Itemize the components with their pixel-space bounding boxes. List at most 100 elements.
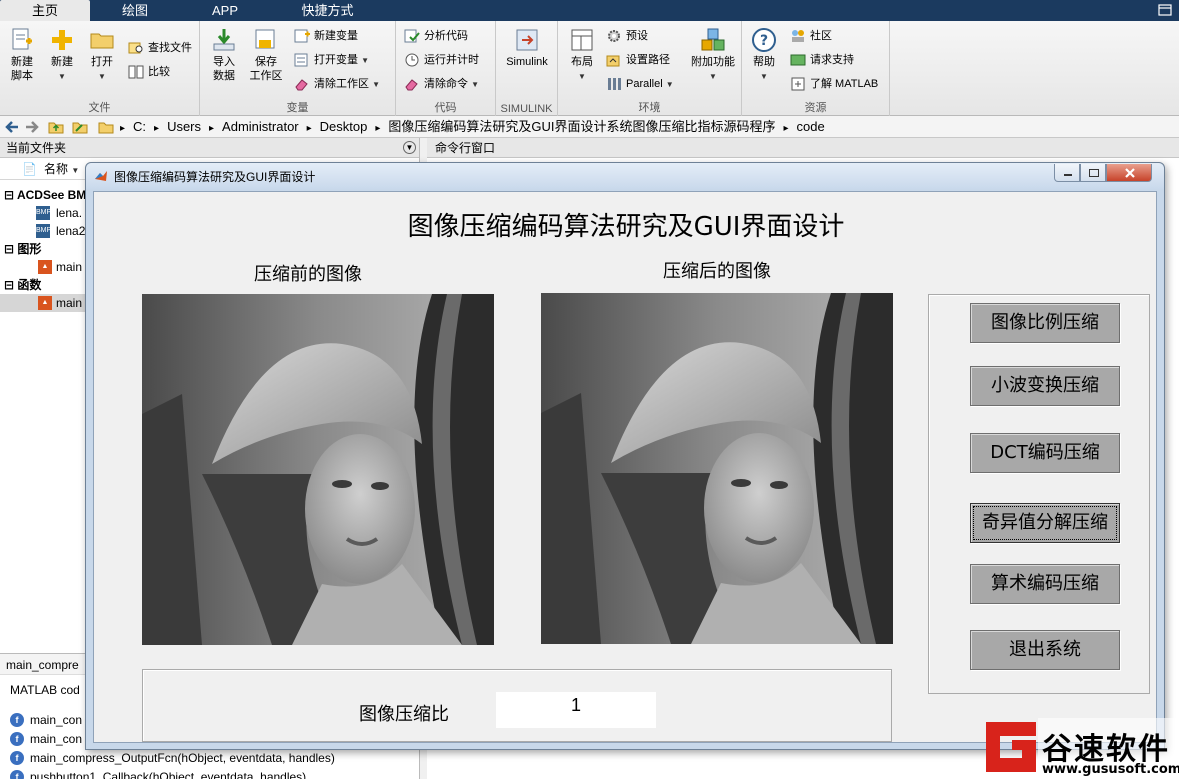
file-row[interactable]: ▲ main [0,258,82,276]
breadcrumb-item[interactable]: code [797,119,825,134]
open-variable-button[interactable]: 打开变量 ▼ [294,51,369,69]
breadcrumb-item[interactable]: C: [133,119,146,134]
simulink-icon [516,29,538,51]
breadcrumb-item[interactable]: Administrator [222,119,299,134]
svd-compress-button[interactable]: 奇异值分解压缩 [970,503,1120,543]
close-button[interactable] [1106,164,1152,182]
file-row[interactable]: ▲ main [0,294,90,312]
name-column-header[interactable]: 名称 [44,162,68,176]
arithmetic-compress-button[interactable]: 算术编码压缩 [970,564,1120,604]
breadcrumb-separator[interactable]: ▸ [784,123,789,134]
collapse-icon[interactable]: ⊟ [4,188,17,202]
gui-title: 图像压缩编码算法研究及GUI界面设计 [407,212,845,242]
browse-folder-icon[interactable] [72,119,88,135]
tab-shortcuts[interactable]: 快捷方式 [270,0,385,21]
community-button[interactable]: 社区 [790,27,832,45]
layout-button[interactable]: 布局 ▼ [560,27,604,84]
chevron-down-icon: ▼ [471,80,479,89]
ribbon-collapse-icon[interactable] [1158,3,1172,17]
breadcrumb-separator[interactable]: ▸ [154,123,159,134]
exit-system-button[interactable]: 退出系统 [970,630,1120,670]
file-group: 新建 脚本 新建 ▼ 打开 ▼ 查找文件 比较 文件 [0,21,200,116]
resources-group: ? 帮助 ▼ 社区 请求支持 了解 MATLAB 资源 [742,21,890,116]
breadcrumb[interactable]: ▸ C: ▸ Users ▸ Administrator ▸ Desktop ▸ 图像压缩编码算法… [120,119,833,135]
breadcrumb-item[interactable]: Desktop [320,119,368,134]
parallel-button[interactable]: Parallel ▼ [606,75,674,93]
find-files-label: 查找文件 [148,42,192,54]
function-item[interactable]: f main_compress_OutputFcn(hObject, eventd… [10,749,335,767]
forward-arrow-icon[interactable] [24,119,40,135]
breadcrumb-item[interactable]: 图像压缩编码算法研究及GUI界面设计系统图像压缩比指标源码程序 [388,119,775,134]
preferences-button[interactable]: 预设 [606,27,648,45]
function-item[interactable]: f main_con [10,730,82,748]
panel-menu-icon[interactable]: ▼ [403,141,416,154]
function-item[interactable]: f pushbutton1_Callback(hObject, eventdata… [10,768,306,779]
figure-window-title: 图像压缩编码算法研究及GUI界面设计 [114,170,316,184]
file-name: main [56,260,83,274]
chevron-down-icon: ▼ [760,72,768,81]
collapse-icon[interactable]: ⊟ [4,278,17,292]
wavelet-compress-button[interactable]: 小波变换压缩 [970,366,1120,406]
run-and-time-button[interactable]: 运行并计时 [404,51,479,69]
function-icon: f [10,713,24,727]
clear-commands-button[interactable]: 清除命令 ▼ [404,75,479,93]
open-button[interactable]: 打开 ▼ [80,27,124,84]
tab-home[interactable]: 主页 [0,0,90,21]
figure-title-bar[interactable]: 图像压缩编码算法研究及GUI界面设计 [86,163,1164,189]
back-arrow-icon[interactable] [4,119,20,135]
dct-compress-button[interactable]: DCT编码压缩 [970,433,1120,473]
open-variable-label: 打开变量 [314,54,358,66]
eraser-icon [405,79,418,91]
chevron-down-icon: ▼ [665,80,674,89]
sort-icon[interactable]: ▼ [71,166,79,175]
tab-plots[interactable]: 绘图 [90,0,180,21]
file-group-row[interactable]: ⊟ 函数 [4,276,41,294]
set-path-icon [606,55,620,67]
minimize-button[interactable] [1054,164,1080,182]
file-row[interactable]: BMP lena2 [0,222,85,240]
collapse-icon[interactable]: ⊟ [4,242,17,256]
analyze-code-label: 分析代码 [424,30,468,42]
save-workspace-button[interactable]: 保存 工作区 [244,27,288,83]
chevron-down-icon: ▼ [361,56,369,65]
compare-button[interactable]: 比较 [128,63,170,81]
breadcrumb-item[interactable]: Users [167,119,201,134]
breadcrumb-separator[interactable]: ▸ [307,123,312,134]
simulink-group: Simulink SIMULINK [496,21,558,116]
request-support-button[interactable]: 请求支持 [790,51,854,69]
new-button[interactable]: 新建 ▼ [40,27,84,84]
compression-ratio-value[interactable]: 1 [496,692,656,728]
maximize-button[interactable] [1080,164,1106,182]
bmp-file-icon: BMP [36,206,51,220]
addons-button[interactable]: 附加功能 ▼ [686,27,740,84]
new-variable-button[interactable]: 新建变量 [294,27,358,45]
set-path-button[interactable]: 设置路径 [606,51,670,69]
breadcrumb-separator[interactable]: ▸ [375,123,380,134]
breadcrumb-separator[interactable]: ▸ [209,123,214,134]
analyze-code-button[interactable]: 分析代码 [404,27,468,45]
function-item[interactable]: f main_con [10,711,82,729]
import-data-button[interactable]: 导入 数据 [202,27,246,83]
tab-apps[interactable]: APP [180,0,270,21]
ratio-compress-button[interactable]: 图像比例压缩 [970,303,1120,343]
ribbon-tab-bar: 主页 绘图 APP 快捷方式 [0,0,1179,21]
folder-up-icon[interactable] [48,119,64,135]
file-group-row[interactable]: ⊟ 图形 [4,240,41,258]
open-label: 打开 [91,56,113,68]
function-icon: f [10,770,24,779]
find-files-button[interactable]: 查找文件 [128,39,192,57]
learn-matlab-label: 了解 MATLAB [810,78,879,90]
breadcrumb-separator[interactable]: ▸ [120,123,125,134]
help-button[interactable]: ? 帮助 ▼ [742,27,786,84]
file-group-row[interactable]: ⊟ ACDSee BM [4,186,86,204]
learn-matlab-button[interactable]: 了解 MATLAB [790,75,878,93]
matlab-file-icon: ▲ [38,296,52,310]
save-workspace-label: 保存 工作区 [249,56,283,82]
new-script-button[interactable]: 新建 脚本 [0,27,44,83]
simulink-button[interactable]: Simulink [498,27,556,69]
clear-workspace-button[interactable]: 清除工作区 ▼ [294,75,380,93]
original-image [142,294,494,645]
save-workspace-icon [255,29,275,49]
new-script-label: 新建 脚本 [11,56,33,82]
file-row[interactable]: BMP lena. [0,204,82,222]
